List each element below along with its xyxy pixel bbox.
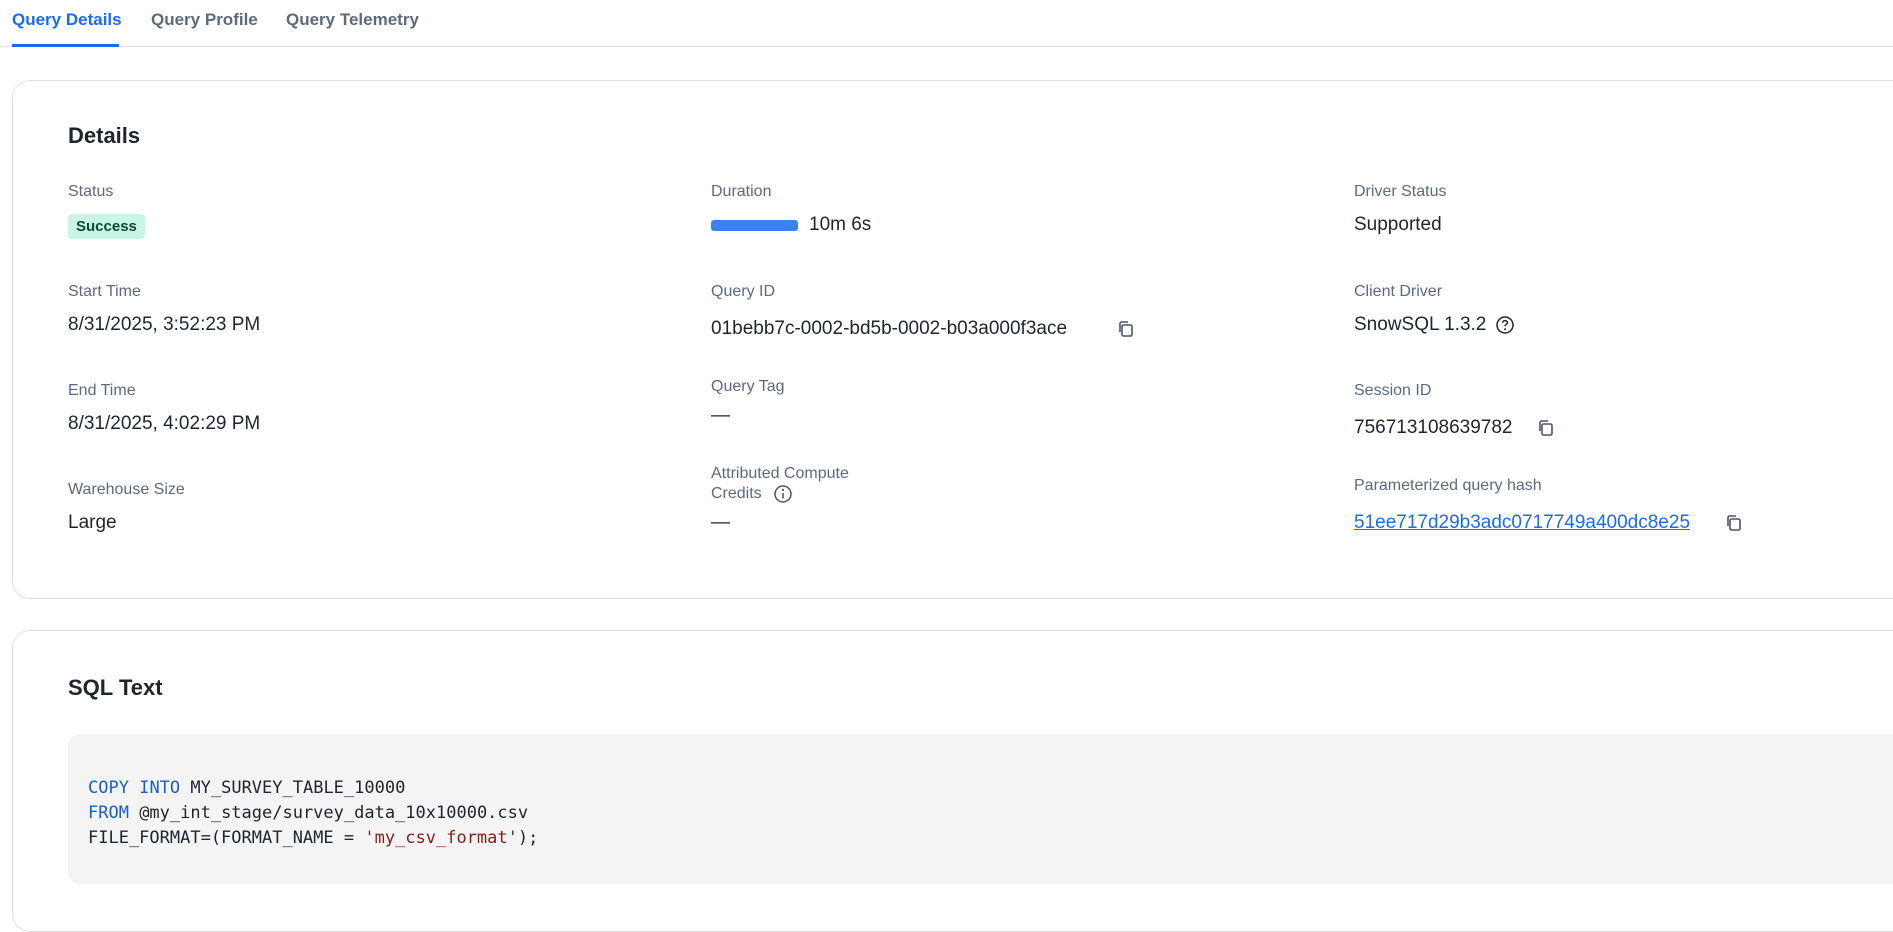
- active-tab-indicator: [12, 44, 119, 47]
- driver-status-label: Driver Status: [1354, 183, 1447, 200]
- duration-bar: [711, 220, 798, 231]
- compute-credits-label-2: Credits: [711, 485, 762, 502]
- sql-card: SQL Text COPY INTO MY_SURVEY_TABLE_10000…: [12, 630, 1893, 932]
- compute-credits-label: Attributed Compute: [711, 465, 849, 482]
- duration-value: 10m 6s: [809, 214, 872, 235]
- copy-icon[interactable]: [1724, 513, 1744, 533]
- query-tag-label: Query Tag: [711, 378, 785, 395]
- driver-status-value: Supported: [1354, 214, 1442, 235]
- sql-string: 'my_csv_format': [364, 828, 518, 848]
- query-hash-link[interactable]: 51ee717d29b3adc0717749a400dc8e25: [1354, 512, 1690, 534]
- warehouse-size-value: Large: [68, 512, 117, 533]
- start-time-label: Start Time: [68, 283, 141, 300]
- query-id-value: 01bebb7c-0002-bd5b-0002-b03a000f3ace: [711, 318, 1068, 339]
- client-driver-value: SnowSQL 1.3.2: [1354, 314, 1487, 335]
- copy-icon[interactable]: [1536, 418, 1556, 438]
- sql-text: MY_SURVEY_TABLE_10000: [180, 778, 406, 798]
- sql-code-block[interactable]: COPY INTO MY_SURVEY_TABLE_10000 FROM @my…: [68, 734, 1893, 884]
- tab-query-details[interactable]: Query Details: [12, 10, 122, 30]
- tab-query-profile[interactable]: Query Profile: [151, 10, 258, 30]
- info-circle-icon[interactable]: [773, 484, 793, 504]
- sql-code: COPY INTO MY_SURVEY_TABLE_10000 FROM @my…: [88, 776, 538, 851]
- help-circle-icon[interactable]: [1495, 315, 1515, 335]
- session-id-value: 756713108639782: [1354, 417, 1513, 438]
- status-badge: Success: [68, 214, 145, 239]
- query-id-label: Query ID: [711, 283, 776, 300]
- warehouse-size-label: Warehouse Size: [68, 481, 185, 498]
- sql-keyword: FROM: [88, 803, 129, 823]
- start-time-value: 8/31/2025, 3:52:23 PM: [68, 314, 261, 335]
- tab-query-telemetry[interactable]: Query Telemetry: [286, 10, 419, 30]
- query-tag-value: —: [711, 405, 730, 426]
- sql-keyword: INTO: [139, 778, 181, 798]
- compute-credits-value: —: [711, 512, 730, 533]
- duration-label: Duration: [711, 183, 772, 200]
- copy-icon[interactable]: [1116, 319, 1136, 339]
- end-time-value: 8/31/2025, 4:02:29 PM: [68, 413, 261, 434]
- sql-text: );: [517, 828, 539, 848]
- client-driver-label: Client Driver: [1354, 283, 1443, 300]
- details-title: Details: [68, 123, 141, 148]
- status-label: Status: [68, 183, 114, 200]
- sql-keyword: COPY: [88, 778, 129, 798]
- details-card: Details Status Success Start Time 8/31/2…: [12, 80, 1893, 599]
- sql-text: @my_int_stage/survey_data_10x10000.csv: [128, 803, 529, 823]
- sql-text: FILE_FORMAT=(FORMAT_NAME =: [88, 828, 365, 848]
- session-id-label: Session ID: [1354, 382, 1432, 399]
- end-time-label: End Time: [68, 382, 136, 399]
- query-hash-label: Parameterized query hash: [1354, 477, 1542, 494]
- sql-title: SQL Text: [68, 675, 163, 700]
- tab-bar: Query Details Query Profile Query Teleme…: [0, 0, 1893, 47]
